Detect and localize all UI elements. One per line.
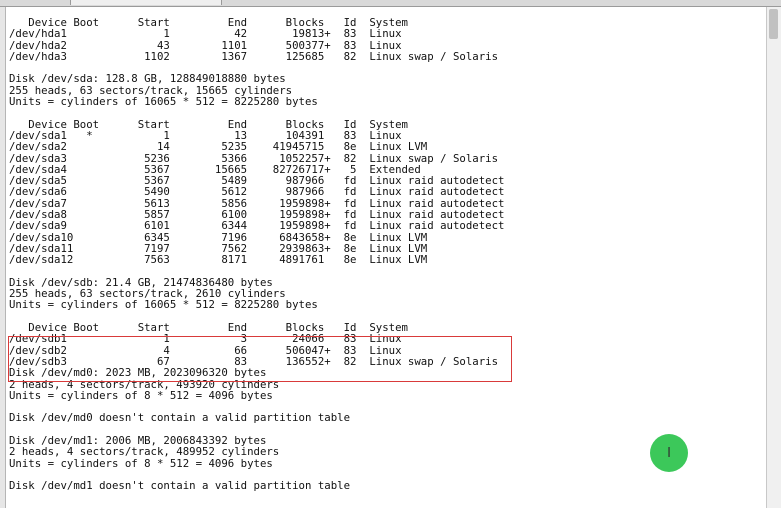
- window-top-bar: [0, 0, 781, 7]
- terminal-line: /dev/hda1 1 42 19813+ 83 Linux: [9, 27, 402, 41]
- terminal-line: Disk /dev/md1 doesn't contain a valid pa…: [9, 479, 351, 493]
- mouse-cursor-indicator: I: [650, 434, 688, 472]
- vertical-scrollbar[interactable]: [766, 7, 781, 508]
- window-tab[interactable]: [70, 0, 222, 5]
- terminal-line: Disk /dev/md0 doesn't contain a valid pa…: [9, 411, 351, 425]
- terminal-line: Units = cylinders of 8 * 512 = 4096 byte…: [9, 388, 273, 402]
- ibeam-cursor-icon: I: [667, 445, 671, 461]
- terminal-line: /dev/sda9 6101 6344 1959898+ fd Linux ra…: [9, 219, 505, 233]
- terminal-line: /dev/sdb1 1 3 24066 83 Linux: [9, 332, 402, 346]
- terminal-line: /dev/sda12 7563 8171 4891761 8e Linux LV…: [9, 253, 428, 267]
- terminal-line: Units = cylinders of 16065 * 512 = 82252…: [9, 298, 318, 312]
- terminal-text: Device Boot Start End Blocks Id System/d…: [9, 17, 764, 491]
- terminal-line: Units = cylinders of 16065 * 512 = 82252…: [9, 95, 318, 109]
- terminal-line: Disk /dev/md0: 2023 MB, 2023096320 bytes: [9, 366, 267, 380]
- scrollbar-thumb[interactable]: [769, 9, 778, 39]
- terminal-line: /dev/hda3 1102 1367 125685 82 Linux swap…: [9, 49, 499, 63]
- left-window-edge: [0, 7, 6, 508]
- terminal-output[interactable]: Device Boot Start End Blocks Id System/d…: [9, 17, 764, 508]
- terminal-line: /dev/sda2 14 5235 41945715 8e Linux LVM: [9, 140, 428, 154]
